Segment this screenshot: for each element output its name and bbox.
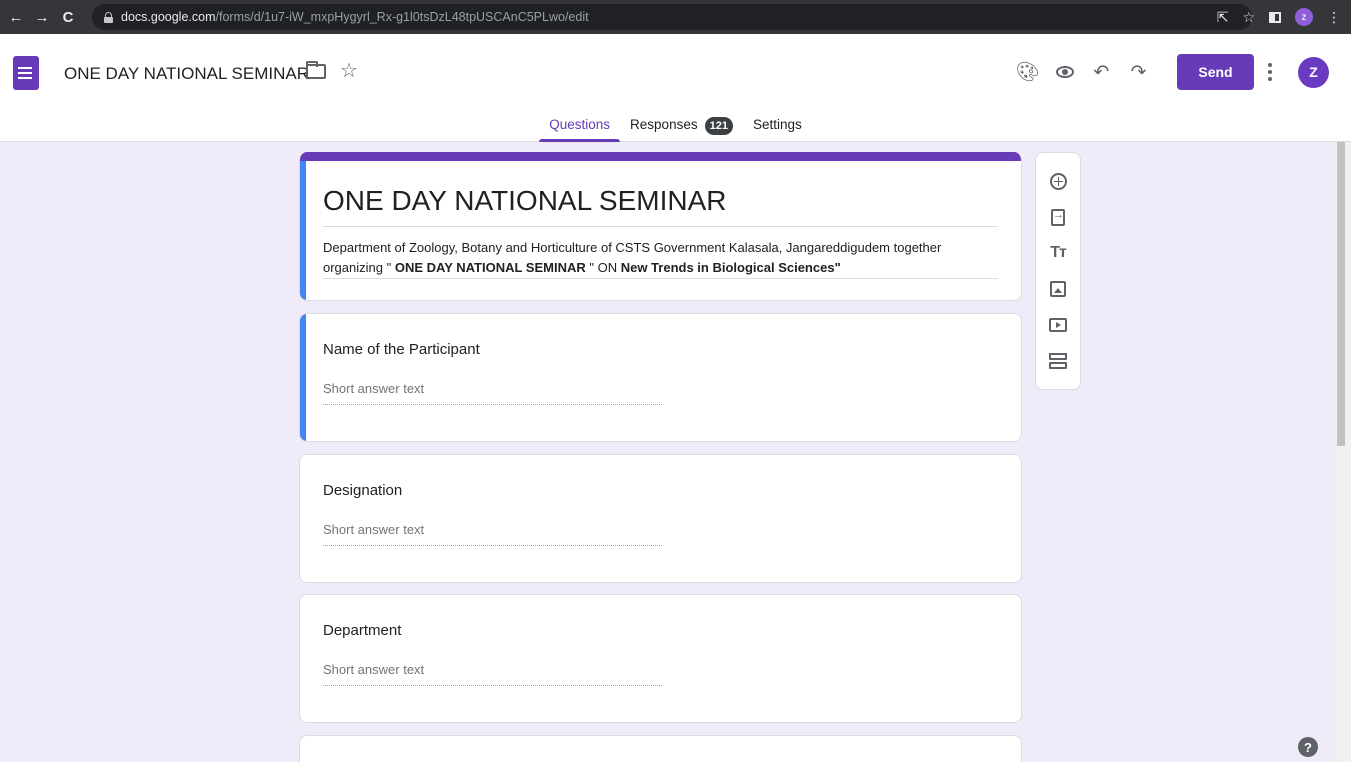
document-title[interactable]: ONE DAY NATIONAL SEMINAR [64, 64, 309, 84]
form-description[interactable]: Department of Zoology, Botany and Hortic… [323, 238, 1003, 278]
url-domain: docs.google.com [121, 10, 216, 24]
forms-header: ONE DAY NATIONAL SEMINAR ☆ 🎨︎ ↶ ↷ Send Z… [0, 34, 1351, 142]
browser-profile-avatar[interactable]: z [1295, 8, 1313, 26]
short-answer-placeholder: Short answer text [323, 522, 662, 546]
add-video-icon[interactable] [1040, 307, 1076, 343]
question-title[interactable]: Designation [323, 482, 402, 499]
short-answer-placeholder: Short answer text [323, 381, 662, 405]
add-question-icon[interactable] [1040, 163, 1076, 199]
help-icon[interactable]: ? [1298, 737, 1318, 757]
form-tabs: Questions Responses 121 Settings [0, 114, 1351, 142]
add-section-icon[interactable] [1040, 343, 1076, 379]
form-title-card[interactable]: ONE DAY NATIONAL SEMINAR Department of Z… [299, 152, 1022, 301]
question-card[interactable] [299, 735, 1022, 762]
undo-icon[interactable]: ↶ [1084, 54, 1120, 90]
scrollbar-thumb[interactable] [1337, 142, 1345, 446]
google-forms-logo-icon[interactable] [13, 56, 39, 90]
forward-icon[interactable]: → [32, 7, 52, 27]
question-card[interactable]: Designation Short answer text [299, 454, 1022, 583]
url-path: /forms/d/1u7-iW_mxpHygyrl_Rx-g1l0tsDzL48… [215, 10, 589, 24]
side-panel-icon[interactable] [1269, 11, 1281, 23]
form-title[interactable]: ONE DAY NATIONAL SEMINAR [323, 185, 726, 217]
address-bar[interactable]: docs.google.com/forms/d/1u7-iW_mxpHygyrl… [92, 4, 1252, 30]
question-title[interactable]: Name of the Participant [323, 341, 480, 358]
back-icon[interactable]: ← [6, 7, 26, 27]
question-card[interactable]: Department Short answer text [299, 594, 1022, 723]
question-card[interactable]: Name of the Participant Short answer tex… [299, 313, 1022, 442]
account-avatar[interactable]: Z [1298, 56, 1329, 88]
browser-menu-icon[interactable]: ⋮ [1327, 9, 1341, 26]
move-to-folder-icon[interactable] [306, 60, 326, 79]
tab-responses[interactable]: Responses 121 [620, 114, 743, 142]
bookmark-star-icon[interactable]: ☆ [1242, 9, 1255, 26]
share-icon[interactable]: ⇱ [1217, 9, 1229, 26]
add-title-description-icon[interactable]: Tт [1040, 235, 1076, 271]
redo-icon[interactable]: ↷ [1121, 54, 1157, 90]
floating-toolbar: Tт [1035, 152, 1081, 390]
customize-theme-icon[interactable]: 🎨︎ [1010, 54, 1046, 90]
send-button[interactable]: Send [1177, 54, 1254, 90]
more-options-icon[interactable] [1268, 63, 1272, 81]
question-title[interactable]: Department [323, 622, 401, 639]
preview-icon[interactable] [1047, 54, 1083, 90]
reload-icon[interactable]: C [58, 7, 78, 27]
responses-count-badge: 121 [704, 117, 733, 135]
tab-settings[interactable]: Settings [743, 114, 812, 142]
short-answer-placeholder: Short answer text [323, 662, 662, 686]
star-icon[interactable]: ☆ [340, 61, 358, 81]
import-questions-icon[interactable] [1040, 199, 1076, 235]
tab-questions[interactable]: Questions [539, 114, 620, 142]
add-image-icon[interactable] [1040, 271, 1076, 307]
lock-icon [104, 11, 113, 23]
browser-toolbar: ← → C docs.google.com/forms/d/1u7-iW_mxp… [0, 0, 1351, 34]
